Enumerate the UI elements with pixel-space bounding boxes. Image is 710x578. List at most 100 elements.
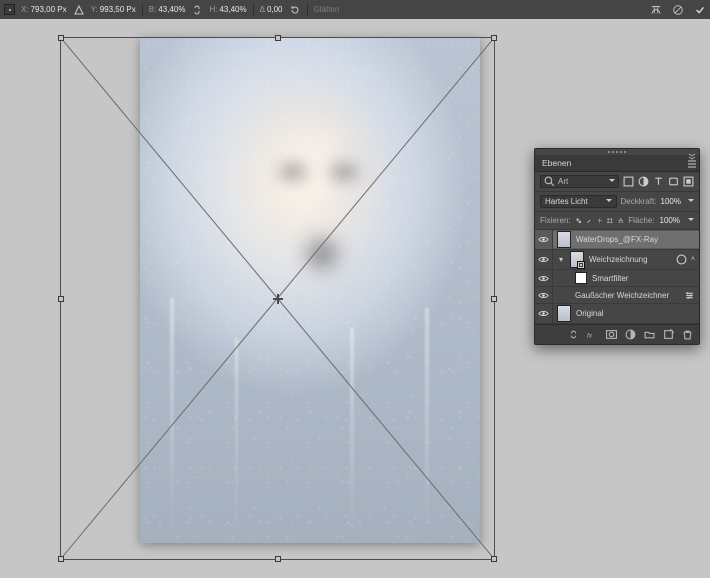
lock-pixels-icon[interactable] — [586, 215, 592, 226]
layer-thumbnail[interactable] — [570, 251, 584, 268]
new-group-icon[interactable] — [644, 329, 655, 340]
height-label: H: — [209, 5, 217, 14]
visibility-eye-icon[interactable] — [538, 308, 549, 319]
transform-bounding-box[interactable] — [60, 37, 495, 560]
blend-mode-select[interactable]: Hartes Licht — [540, 195, 617, 208]
visibility-eye-icon[interactable] — [538, 254, 549, 265]
angle-label: Δ — [260, 5, 265, 14]
triangle-icon[interactable] — [73, 4, 85, 16]
layer-name[interactable]: Smartfilter — [592, 274, 628, 283]
chevron-down-icon[interactable] — [685, 197, 694, 206]
svg-text:fx: fx — [587, 332, 593, 339]
filter-type-icon[interactable] — [653, 176, 664, 187]
handle-top[interactable] — [275, 35, 281, 41]
transform-center-icon[interactable] — [273, 294, 283, 304]
visibility-eye-icon[interactable] — [538, 290, 549, 301]
filter-pixel-icon[interactable] — [623, 176, 634, 187]
width-value[interactable]: 43,40% — [158, 5, 185, 14]
layers-list: WaterDrops_@FX-Ray ▾ Weichzeichnung ˄ — [535, 230, 699, 324]
reference-point-grid[interactable] — [4, 4, 15, 15]
visibility-eye-icon[interactable] — [538, 273, 549, 284]
chevron-down-icon — [606, 177, 615, 186]
layer-thumbnail[interactable] — [557, 305, 571, 322]
handle-right[interactable] — [491, 296, 497, 302]
y-value[interactable]: 993,50 Px — [100, 5, 136, 14]
layer-name[interactable]: Gaußscher Weichzeichner — [575, 291, 669, 300]
warp-mode-icon[interactable] — [650, 4, 662, 16]
lock-fill-row: Fixieren: Fläche: 100% — [535, 212, 699, 230]
panel-menu-icon[interactable] — [687, 160, 697, 168]
layer-row-waterdrops[interactable]: WaterDrops_@FX-Ray — [535, 230, 699, 250]
height-field[interactable]: H: 43,40% — [209, 5, 246, 14]
layer-row-smartfilter[interactable]: Smartfilter — [535, 270, 699, 287]
lock-transparency-icon[interactable] — [576, 215, 582, 226]
opacity-value[interactable]: 100% — [661, 197, 681, 206]
handle-bottom[interactable] — [275, 556, 281, 562]
filter-shape-icon[interactable] — [668, 176, 679, 187]
chevron-up-icon[interactable]: ˄ — [691, 256, 695, 263]
angle-field[interactable]: Δ 0,00 — [260, 5, 283, 14]
fill-label: Fläche: — [628, 216, 654, 225]
separator — [307, 4, 308, 16]
layers-panel-footer: fx — [535, 324, 699, 344]
x-value[interactable]: 793,00 Px — [31, 5, 67, 14]
handle-bottom-left[interactable] — [58, 556, 64, 562]
filter-blend-options-icon[interactable] — [684, 290, 695, 301]
link-wh-icon[interactable] — [191, 4, 203, 16]
layer-style-fx-icon[interactable]: fx — [587, 329, 598, 340]
blend-mode-value: Hartes Licht — [545, 197, 588, 206]
layer-thumbnail[interactable] — [557, 231, 571, 248]
panel-collapse-icon[interactable] — [688, 152, 696, 160]
layer-filter-kind-label: Art — [558, 177, 568, 186]
x-label: X: — [21, 5, 29, 14]
layer-name[interactable]: Original — [576, 309, 604, 318]
layer-name[interactable]: Weichzeichnung — [589, 255, 648, 264]
handle-bottom-right[interactable] — [491, 556, 497, 562]
width-field[interactable]: B: 43,40% — [149, 5, 186, 14]
lock-label: Fixieren: — [540, 216, 571, 225]
visibility-eye-icon[interactable] — [538, 234, 549, 245]
chevron-down-icon — [603, 197, 612, 206]
filter-effects-badge-icon[interactable] — [676, 254, 687, 265]
handle-top-right[interactable] — [491, 35, 497, 41]
layer-filter-kind[interactable]: Art — [540, 175, 619, 188]
y-field[interactable]: Y: 993,50 Px — [91, 5, 136, 14]
filter-mask-thumbnail[interactable] — [575, 272, 587, 284]
angle-value[interactable]: 0,00 — [267, 5, 283, 14]
lock-artboard-icon[interactable] — [607, 215, 613, 226]
layer-name[interactable]: WaterDrops_@FX-Ray — [576, 235, 658, 244]
panel-title[interactable]: Ebenen — [535, 155, 699, 172]
smart-object-badge-icon — [577, 261, 585, 269]
lock-all-icon[interactable] — [618, 215, 624, 226]
cancel-transform-icon[interactable] — [672, 4, 684, 16]
disclosure-triangle-icon[interactable]: ▾ — [557, 255, 565, 264]
layer-row-original[interactable]: Original — [535, 304, 699, 324]
handle-top-left[interactable] — [58, 35, 64, 41]
blend-opacity-row: Hartes Licht Deckkraft: 100% — [535, 192, 699, 212]
layers-panel[interactable]: Ebenen Art Hartes Licht Deckkraft: 100% … — [534, 148, 700, 345]
search-icon — [544, 176, 555, 187]
layer-row-weichzeichnung[interactable]: ▾ Weichzeichnung ˄ — [535, 250, 699, 270]
filter-smart-icon[interactable] — [683, 176, 694, 187]
new-adjustment-layer-icon[interactable] — [625, 329, 636, 340]
width-label: B: — [149, 5, 157, 14]
filter-adjust-icon[interactable] — [638, 176, 649, 187]
handle-left[interactable] — [58, 296, 64, 302]
delete-layer-icon[interactable] — [682, 329, 693, 340]
separator — [253, 4, 254, 16]
new-layer-icon[interactable] — [663, 329, 674, 340]
chevron-down-icon[interactable] — [685, 216, 694, 225]
commit-transform-icon[interactable] — [694, 4, 706, 16]
rotate-icon[interactable] — [289, 4, 301, 16]
fill-value[interactable]: 100% — [660, 216, 680, 225]
transform-options-bar: X: 793,00 Px Y: 993,50 Px B: 43,40% H: 4… — [0, 0, 710, 19]
layer-row-gaussian-blur[interactable]: Gaußscher Weichzeichner — [535, 287, 699, 304]
layer-filter-row: Art — [535, 172, 699, 192]
opacity-label: Deckkraft: — [621, 197, 657, 206]
add-mask-icon[interactable] — [606, 329, 617, 340]
x-field[interactable]: X: 793,00 Px — [21, 5, 67, 14]
link-layers-icon[interactable] — [568, 329, 579, 340]
lock-position-icon[interactable] — [597, 215, 603, 226]
height-value[interactable]: 43,40% — [219, 5, 246, 14]
y-label: Y: — [91, 5, 98, 14]
